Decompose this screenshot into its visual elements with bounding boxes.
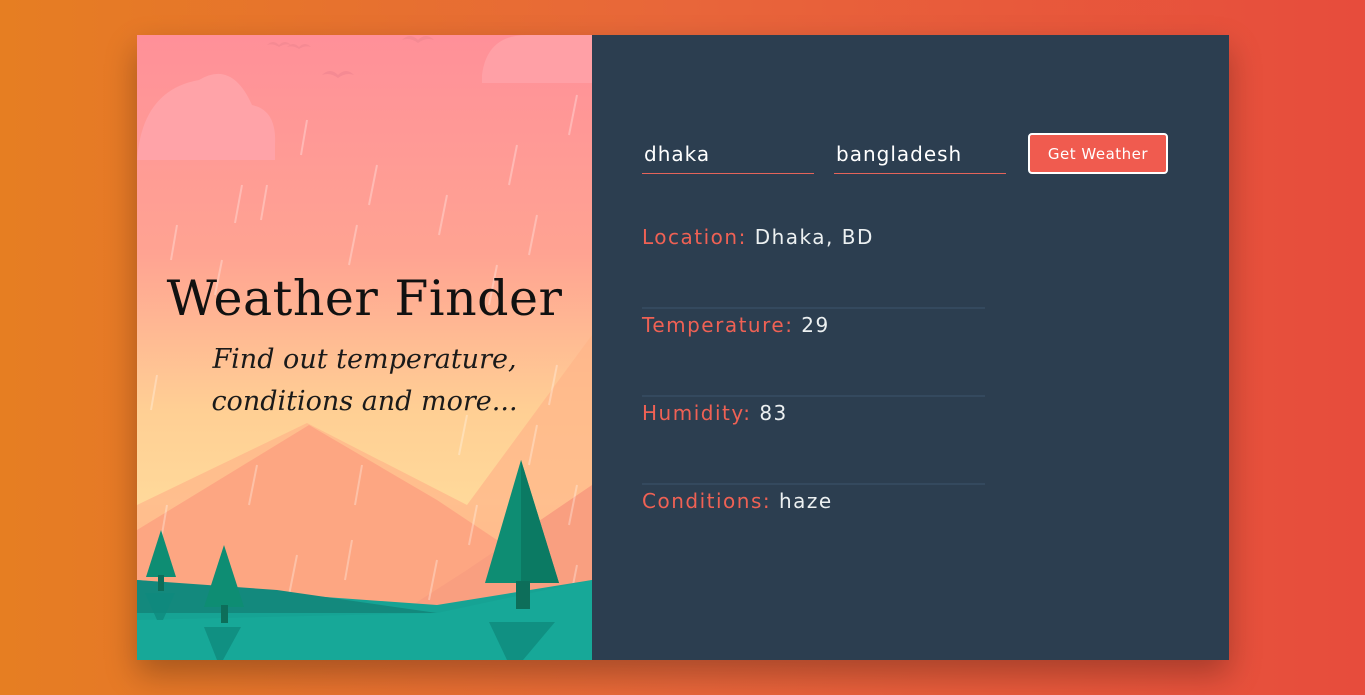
result-value: haze	[778, 489, 833, 513]
weather-results: Location: Dhaka, BD Temperature: 29 Humi…	[642, 221, 985, 573]
result-location: Location: Dhaka, BD	[642, 221, 985, 309]
result-label: Location:	[642, 225, 755, 249]
result-humidity: Humidity: 83	[642, 397, 985, 485]
result-conditions: Conditions: haze	[642, 485, 985, 573]
weather-form: Get Weather	[642, 133, 1168, 174]
result-label: Temperature:	[642, 313, 802, 337]
country-input[interactable]	[834, 134, 1006, 174]
result-value: 29	[801, 313, 830, 337]
app-subtitle: Find out temperature, conditions and mor…	[211, 344, 518, 417]
result-label: Humidity:	[642, 401, 760, 425]
hero-panel: Weather Finder Find out temperature, con…	[137, 35, 592, 660]
get-weather-button[interactable]: Get Weather	[1028, 133, 1168, 174]
result-temperature: Temperature: 29	[642, 309, 985, 397]
result-value: 83	[759, 401, 788, 425]
weather-card: Weather Finder Find out temperature, con…	[137, 35, 1229, 660]
app-title: Weather Finder	[166, 270, 563, 327]
result-value: Dhaka, BD	[754, 225, 874, 249]
city-input[interactable]	[642, 134, 814, 174]
result-label: Conditions:	[642, 489, 779, 513]
weather-panel: Get Weather Location: Dhaka, BD Temperat…	[592, 35, 1229, 660]
